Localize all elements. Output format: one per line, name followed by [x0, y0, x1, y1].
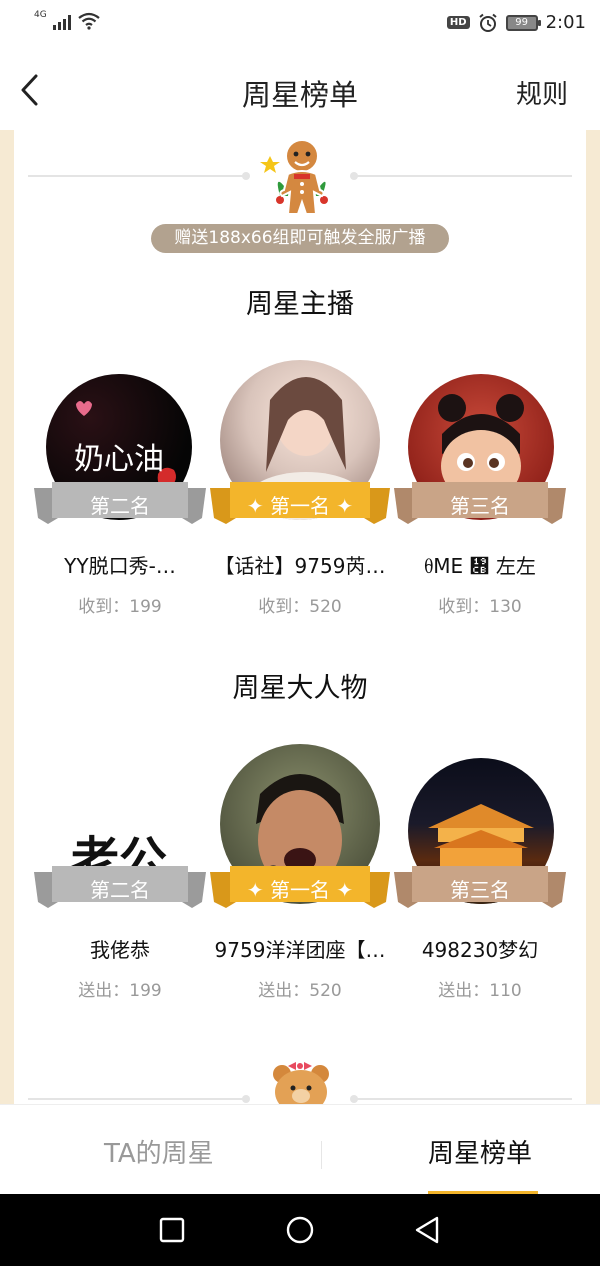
clock: 2:01 — [545, 12, 586, 33]
rules-button[interactable]: 规则 — [516, 74, 568, 111]
hd-badge: HD — [446, 16, 470, 29]
status-left: 4G — [34, 10, 101, 30]
rank-label-row: ✦ 第一名 ✦ — [210, 874, 390, 903]
network-type: 4G — [34, 10, 47, 20]
received-count: 收到：520 — [258, 597, 342, 617]
battery-icon: 99 — [505, 14, 541, 31]
big-shot-rank-2[interactable]: 老公 第二名 我佬恭 送出：199 — [30, 738, 210, 1001]
rank-label: 第三名 — [450, 878, 510, 902]
home-icon[interactable] — [284, 1214, 316, 1246]
divider-dot-right — [350, 1095, 358, 1103]
page-title: 周星榜单 — [241, 78, 358, 112]
sparkle-icon: ✦ — [246, 878, 270, 902]
section-title-big-shot: 周星大人物 — [232, 673, 368, 704]
big-shot-rank-3[interactable]: 第三名 498230梦幻 送出：110 — [390, 738, 570, 1001]
back-nav-icon[interactable] — [412, 1214, 442, 1246]
sparkle-icon: ✦ — [330, 494, 354, 518]
tab-weekly-star-ranking[interactable]: 周星榜单 — [428, 1133, 532, 1170]
sparkle-icon: ✦ — [246, 494, 270, 518]
big-shot-rank-1[interactable]: ✦ 第一名 ✦ 9759洋洋团座【… 送出：520 — [210, 738, 390, 1001]
tab-divider — [321, 1141, 322, 1169]
divider-dot-right — [350, 172, 358, 180]
rank-label: 第二名 — [90, 494, 150, 518]
user-name: 我佬恭 — [90, 938, 150, 962]
broadcast-banner: 赠送188x66组即可触发全服广播 — [151, 224, 449, 253]
rank-label: 第二名 — [90, 878, 150, 902]
received-count: 收到：130 — [438, 597, 522, 617]
gingerbread-icon — [260, 139, 328, 215]
divider-line-right — [354, 1098, 572, 1100]
wifi-icon — [78, 12, 100, 30]
anchor-rank-1[interactable]: ✦ 第一名 ✦ 【话社】9759芮… 收到：520 — [210, 354, 390, 617]
status-bar: 4G HD 99 2:01 — [0, 0, 600, 50]
user-name: 【话社】9759芮… — [214, 554, 386, 578]
rank-label: 第三名 — [450, 494, 510, 518]
sent-count: 送出：199 — [78, 981, 162, 1001]
received-count: 收到：199 — [78, 597, 162, 617]
user-name: ᦲME ᧋ 左左 — [424, 554, 536, 578]
teddy-bear-icon — [273, 1062, 329, 1104]
divider-line-right — [354, 175, 572, 177]
sparkle-icon: ✦ — [330, 878, 354, 902]
divider-dot-left — [242, 1095, 250, 1103]
avatar-text: 奶心油 — [74, 442, 164, 477]
leaderboard-panel: 赠送188x66组即可触发全服广播 周星主播 奶心油 第二名 YY脱口秀-… 收… — [14, 130, 586, 1104]
anchor-rank-2[interactable]: 奶心油 第二名 YY脱口秀-… 收到：199 — [30, 354, 210, 617]
sent-count: 送出：110 — [438, 981, 522, 1001]
status-right: HD 99 2:01 — [446, 12, 586, 33]
section-title-anchor: 周星主播 — [246, 289, 354, 320]
bottom-tab-bar: TA的周星 周星榜单 — [0, 1104, 600, 1195]
rank-label-row: ✦ 第一名 ✦ — [210, 490, 390, 519]
divider-dot-left — [242, 172, 250, 180]
signal-icon — [52, 14, 71, 30]
nav-bar: 周星榜单 规则 — [0, 50, 600, 130]
system-navigation-bar — [0, 1194, 600, 1266]
anchor-rank-3[interactable]: 第三名 ᦲME ᧋ 左左 收到：130 — [390, 354, 570, 617]
user-name: 9759洋洋团座【… — [214, 938, 386, 962]
rank-label: 第一名 — [270, 494, 330, 518]
sent-count: 送出：520 — [258, 981, 342, 1001]
alarm-icon — [478, 13, 497, 32]
tab-ta-weekly-star[interactable]: TA的周星 — [104, 1133, 214, 1170]
rank-label: 第一名 — [270, 878, 330, 902]
user-name: YY脱口秀-… — [64, 554, 176, 578]
divider-line-left — [28, 1098, 246, 1100]
user-name: 498230梦幻 — [421, 938, 539, 962]
recent-apps-icon[interactable] — [158, 1216, 186, 1244]
divider-line-left — [28, 175, 246, 177]
